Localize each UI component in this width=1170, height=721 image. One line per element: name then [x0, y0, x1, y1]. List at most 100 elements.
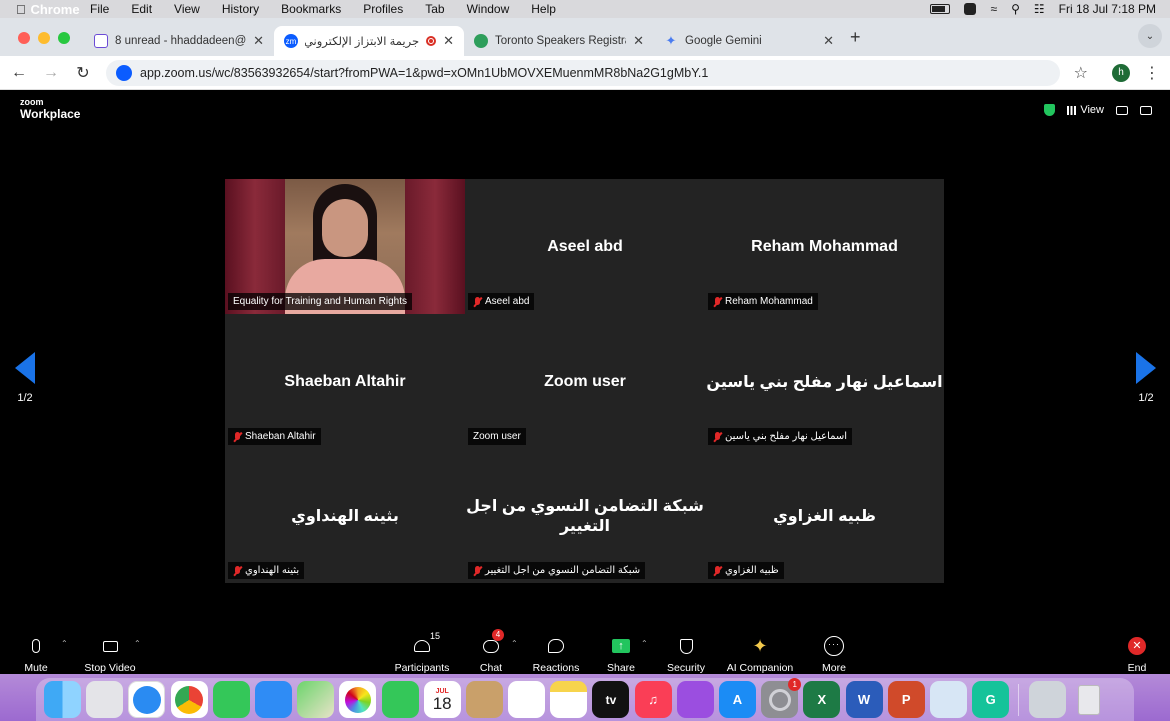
- menu-profiles[interactable]: Profiles: [352, 2, 414, 16]
- mute-button[interactable]: Mute: [20, 635, 52, 674]
- tab-google-gemini[interactable]: ✦ Google Gemini ✕: [654, 26, 844, 56]
- participant-tile[interactable]: Reham Mohammad Reham Mohammad: [705, 179, 944, 314]
- participant-tile[interactable]: ظبيه الغزاوي ظبيه الغزاوي: [705, 449, 944, 583]
- finder-icon[interactable]: [44, 681, 81, 718]
- participant-name: اسماعيل نهار مفلح بني ياسين: [725, 431, 848, 442]
- end-meeting-button[interactable]: ✕ End: [1124, 635, 1150, 674]
- tab-search-button[interactable]: ⌄: [1138, 24, 1162, 48]
- participant-name-tag: اسماعيل نهار مفلح بني ياسين: [708, 428, 853, 445]
- notes-icon[interactable]: [550, 681, 588, 718]
- fullscreen-icon[interactable]: [1140, 105, 1152, 115]
- close-window-button[interactable]: [18, 32, 30, 44]
- photos-icon[interactable]: [339, 681, 377, 718]
- contacts-icon[interactable]: [465, 681, 503, 718]
- podcasts-icon[interactable]: [676, 681, 714, 718]
- facetime-icon[interactable]: [381, 681, 419, 718]
- reload-button[interactable]: ↻: [74, 63, 92, 83]
- chrome-menu-icon[interactable]: ⋮: [1144, 63, 1160, 83]
- ai-companion-button[interactable]: ✦ AI Companion: [726, 635, 794, 674]
- chrome-window-icon[interactable]: [1028, 681, 1066, 718]
- word-icon[interactable]: W: [845, 681, 883, 718]
- more-button[interactable]: ··· More: [819, 635, 849, 674]
- close-tab-icon[interactable]: ✕: [633, 33, 644, 49]
- participant-name-tag: Equality for Training and Human Rights: [228, 293, 412, 310]
- view-button[interactable]: View: [1067, 104, 1104, 116]
- forward-button[interactable]: →: [42, 64, 60, 82]
- participant-tile[interactable]: اسماعيل نهار مفلح بني ياسين اسماعيل نهار…: [705, 314, 944, 449]
- minimize-window-button[interactable]: [38, 32, 50, 44]
- participant-tile[interactable]: بثينه الهنداوي بثينه الهنداوي: [225, 449, 465, 583]
- mail-app-icon[interactable]: [254, 681, 292, 718]
- participant-tile[interactable]: Shaeban Altahir Shaeban Altahir: [225, 314, 465, 449]
- powerpoint-icon[interactable]: P: [887, 681, 925, 718]
- site-info-icon[interactable]: [116, 64, 132, 81]
- close-tab-icon[interactable]: ✕: [253, 33, 264, 49]
- video-options-chevron-icon[interactable]: ⌃: [134, 639, 141, 648]
- back-button[interactable]: ←: [10, 64, 28, 82]
- more-options-icon: ···: [824, 636, 844, 656]
- music-icon[interactable]: ♫: [634, 681, 672, 718]
- zoom-workplace-logo: zoom Workplace: [20, 98, 80, 121]
- menu-bookmarks[interactable]: Bookmarks: [270, 2, 352, 16]
- spotlight-search-icon[interactable]: ⚲: [1011, 2, 1020, 16]
- participant-tile[interactable]: Aseel abd Aseel abd: [465, 179, 705, 314]
- launchpad-icon[interactable]: [86, 681, 124, 718]
- menu-file[interactable]: File: [79, 2, 120, 16]
- system-settings-icon[interactable]: 1: [761, 678, 802, 718]
- calendar-icon[interactable]: JUL 18: [423, 681, 461, 718]
- maximize-window-button[interactable]: [58, 32, 70, 44]
- encryption-shield-icon[interactable]: [1044, 104, 1056, 116]
- reminders-icon[interactable]: [508, 681, 546, 718]
- menu-view[interactable]: View: [163, 2, 211, 16]
- picture-in-picture-icon[interactable]: [1116, 105, 1128, 115]
- audio-options-chevron-icon[interactable]: ⌃: [61, 639, 68, 648]
- new-tab-button[interactable]: +: [844, 27, 871, 56]
- grammarly-app-icon[interactable]: G: [972, 681, 1010, 718]
- tab-yahoo-mail[interactable]: 8 unread - hhaddadeen@yah ✕: [84, 26, 274, 56]
- reactions-button[interactable]: Reactions: [531, 635, 581, 674]
- participant-tile[interactable]: Zoom user Zoom user: [465, 314, 705, 449]
- close-tab-icon[interactable]: ✕: [443, 33, 454, 49]
- profile-avatar[interactable]: h: [1112, 63, 1130, 82]
- share-options-chevron-icon[interactable]: ⌃: [641, 639, 648, 648]
- safari-icon[interactable]: [128, 681, 166, 718]
- menu-tab[interactable]: Tab: [414, 2, 455, 16]
- participant-display-name: Aseel abd: [547, 237, 623, 255]
- close-tab-icon[interactable]: ✕: [823, 33, 834, 49]
- participant-tile[interactable]: شبكة التضامن النسوي من اجل التغيير شبكة …: [465, 449, 705, 583]
- wifi-icon[interactable]: ≈: [990, 2, 997, 16]
- zoom-icon: zm: [284, 34, 298, 48]
- maps-icon[interactable]: [297, 681, 335, 718]
- address-bar[interactable]: app.zoom.us/wc/83563932654/start?fromPWA…: [106, 59, 1060, 86]
- tab-toronto-speakers[interactable]: Toronto Speakers Registratio ✕: [464, 26, 654, 56]
- control-center-icon[interactable]: ☷: [1034, 2, 1045, 16]
- participants-button[interactable]: 15 Participants: [393, 631, 451, 674]
- share-screen-button[interactable]: ↑ Share: [605, 635, 637, 674]
- ai-sparkle-icon: ✦: [752, 636, 768, 656]
- menu-edit[interactable]: Edit: [120, 2, 163, 16]
- bookmark-star-icon[interactable]: ☆: [1074, 63, 1088, 83]
- apple-tv-icon[interactable]: tv: [592, 681, 630, 718]
- url-text[interactable]: app.zoom.us/wc/83563932654/start?fromPWA…: [140, 66, 708, 80]
- grammarly-icon[interactable]: [964, 3, 977, 15]
- menu-help[interactable]: Help: [520, 2, 567, 16]
- chrome-icon[interactable]: [170, 681, 208, 718]
- video-background: [405, 179, 465, 314]
- battery-icon[interactable]: [930, 4, 951, 14]
- trash-icon[interactable]: [1071, 681, 1108, 718]
- next-page-button[interactable]: 1/2: [1126, 352, 1166, 404]
- security-button[interactable]: Security: [663, 635, 709, 674]
- menu-history[interactable]: History: [211, 2, 270, 16]
- preview-icon[interactable]: [929, 681, 967, 718]
- excel-icon[interactable]: X: [803, 681, 841, 718]
- menu-window[interactable]: Window: [456, 2, 521, 16]
- previous-page-button[interactable]: 1/2: [5, 352, 45, 404]
- participant-tile[interactable]: Equality for Training and Human Rights: [225, 179, 465, 314]
- app-store-icon[interactable]: A: [719, 681, 756, 718]
- stop-video-button[interactable]: Stop Video: [82, 635, 138, 674]
- messages-icon[interactable]: [212, 681, 250, 718]
- tab-zoom-meeting[interactable]: zm جريمة الابتزاز الإلكتروني في القا ✕: [274, 26, 464, 56]
- chat-button[interactable]: 4 Chat: [475, 629, 507, 674]
- menubar-clock[interactable]: Fri 18 Jul 7:18 PM: [1059, 2, 1156, 16]
- chat-options-chevron-icon[interactable]: ⌃: [511, 639, 518, 648]
